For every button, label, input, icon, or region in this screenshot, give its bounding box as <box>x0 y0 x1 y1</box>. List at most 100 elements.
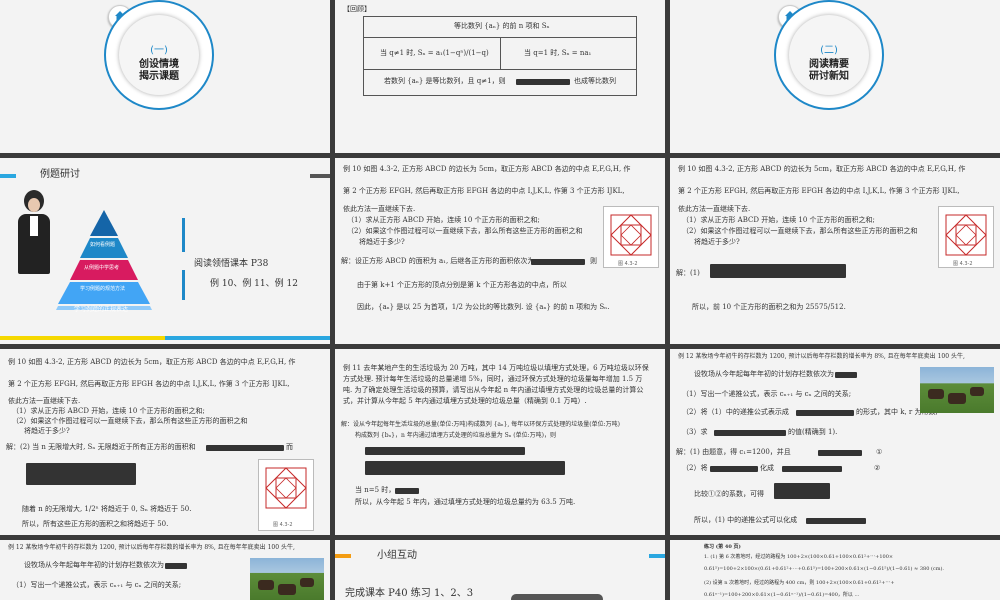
section-title-line1: 阅读精要 <box>809 59 849 70</box>
problem-line-1: 例 10 如图 4.3-2, 正方形 ABCD 的边长为 5cm，取正方形 AB… <box>343 165 631 173</box>
slide-thumbnail-10[interactable]: 例 12 某牧场今年初牛的存栏数为 1200, 预计以后每年存栏数的增长率为 8… <box>0 540 330 600</box>
obscured-formula-8 <box>806 518 866 524</box>
cattle-photo <box>250 558 324 600</box>
solution-line-2: 随着 n 的无限增大, 1/2ⁿ 将趋近于 0, Sₙ 将趋近于 50. <box>22 505 192 513</box>
problem-line-2: 第 2 个正方形 EFGH, 然后再取正方形 EFGH 各边的中点 I,J,K,… <box>8 380 290 388</box>
problem-line-3: （1）写出一个递推公式，表示 cₙ₊₁ 与 cₙ 之间的关系; <box>682 390 852 398</box>
obscured-formula-3 <box>714 430 786 436</box>
section-number: (一) <box>150 45 168 56</box>
section-circle: (二) 阅读精要 研讨新知 <box>774 0 884 110</box>
slide-thumbnail-4[interactable]: 例题研讨 如何看例题 从例题中学思考 学习例题的规范方法 学习例题的正规表达 阅… <box>0 158 330 344</box>
obscured-formula-6 <box>782 466 842 472</box>
pyramid: 如何看例题 从例题中学思考 学习例题的规范方法 学习例题的正规表达 <box>44 208 164 318</box>
problem-line-3: 依此方法一直继续下去. <box>343 205 416 213</box>
problem-line-2: 设牧场从今年起每年年初的计划存栏数依次为 <box>694 370 834 378</box>
slide-thumbnail-5[interactable]: 例 10 如图 4.3-2, 正方形 ABCD 的边长为 5cm，取正方形 AB… <box>335 158 665 344</box>
obscured-formula-7 <box>774 483 830 499</box>
slide-thumbnail-9[interactable]: 例 12 某牧场今年初牛的存栏数为 1200, 预计以后每年存栏数的增长率为 8… <box>670 349 1000 535</box>
square-figure: 图 4.3-2 <box>603 206 659 268</box>
obscured-formula <box>516 79 570 85</box>
problem-line-2: 方式处理. 预计每年生活垃圾的总量递增 5%，同时，通过环保方式处理的垃圾量每年… <box>343 375 643 383</box>
solution-line-2: 由于第 k+1 个正方形的顶点分别是第 k 个正方形各边的中点，所以 <box>357 281 567 289</box>
pyramid-level-1: 如何看例题 <box>90 242 116 248</box>
slide-thumbnail-7[interactable]: 例 10 如图 4.3-2, 正方形 ABCD 的边长为 5cm，取正方形 AB… <box>0 349 330 535</box>
section-badge: (一) 创设情境 揭示课题 <box>119 15 199 95</box>
vertical-divider <box>182 218 185 252</box>
formula-table: 等比数列 {aₙ} 的前 n 项和 Sₙ 当 q≠1 时, Sₙ = a₁(1−… <box>363 16 637 96</box>
reading-examples: 例 10、例 11、例 12 <box>210 279 298 289</box>
solution-line-1: 解：(1) 由题意，得 c₁=1200，并且 <box>676 448 791 456</box>
problem-line-5-tail: 的值(精确到 1). <box>788 428 838 436</box>
solution-line-2: （2）将 <box>682 464 708 472</box>
solution-line-3: 比较①②的系数，可得 <box>694 490 764 498</box>
problem-line-6: 将趋近于多少? <box>694 238 740 246</box>
solution-line-1: 解：(2) 当 n 无限增大时, Sₙ 无限趋近于所有正方形的面积和 <box>6 443 196 451</box>
square-figure: 图 4.3-2 <box>938 206 994 268</box>
table-footer-tail: 也成等比数列 <box>574 77 616 85</box>
practice-task: 完成课本 P40 练习 1、2、3 <box>345 588 474 599</box>
accent-bar-left <box>335 554 351 558</box>
problem-line-1: 例 11 去年某地产生的生活垃圾为 20 万吨，其中 14 万吨垃圾以填埋方式处… <box>343 364 649 372</box>
review-label: 【回顾】 <box>343 5 371 13</box>
problem-line-5: （3）求 <box>682 428 708 436</box>
bottom-bar-blue <box>165 336 330 340</box>
solution-line-3: 所以，所有这些正方形的面积之和将趋近于 50. <box>22 520 169 528</box>
slide-thumbnail-8[interactable]: 例 11 去年某地产生的生活垃圾为 20 万吨，其中 14 万吨垃圾以填埋方式处… <box>335 349 665 535</box>
solution-line-2-mid: 化成 <box>760 464 774 472</box>
solution-line-2: 构成数列 {bₙ}，n 年内通过填埋方式处理的垃圾总量为 Sₙ (单位:万吨)，… <box>355 432 556 439</box>
solution-line-3: 当 n=5 时， <box>355 486 396 494</box>
problem-line-4: 式，并计算从今年起 5 年内通过填埋方式处理的垃圾总量（精确到 0.1 万吨）. <box>343 397 587 405</box>
slide-thumbnail-1[interactable]: (一) 创设情境 揭示课题 <box>0 0 330 153</box>
solution-label: 解：(1) <box>676 269 700 277</box>
obscured-formula <box>206 445 284 451</box>
overlay-pill <box>511 594 603 600</box>
slide-thumbnail-12[interactable]: 练习 (第 40 页) 1. (1) 第 6 次着地时，经过的路程为 100+2… <box>670 540 1000 600</box>
problem-line-4: （2）将（1）中的递推公式表示成 <box>682 408 789 416</box>
exercise-line-1: 1. (1) 第 6 次着地时，经过的路程为 100+2×(100×0.61+1… <box>704 554 894 560</box>
problem-line-2: 第 2 个正方形 EFGH, 然后再取正方形 EFGH 各边的中点 I,J,K,… <box>343 187 625 195</box>
problem-line-2: 第 2 个正方形 EFGH, 然后再取正方形 EFGH 各边的中点 I,J,K,… <box>678 187 960 195</box>
solution-line-4: 所以，(1) 中的递推公式可以化成 <box>694 516 798 524</box>
problem-line-1: 例 10 如图 4.3-2, 正方形 ABCD 的边长为 5cm，取正方形 AB… <box>8 358 296 366</box>
obscured-formula-2 <box>796 410 854 416</box>
pyramid-level-3: 学习例题的规范方法 <box>80 286 126 292</box>
problem-line-3: 依此方法一直继续下去. <box>678 205 751 213</box>
reading-task: 阅读领悟课本 P38 <box>194 259 269 269</box>
problem-line-4: （1）求从正方形 ABCD 开始，连续 10 个正方形的面积之和; <box>347 216 540 224</box>
table-footer-row: 若数列 {aₙ} 是等比数列，且 q≠1，则 也成等比数列 <box>364 69 636 95</box>
section-title-line2: 揭示课题 <box>139 71 179 82</box>
section-circle: (一) 创设情境 揭示课题 <box>104 0 214 110</box>
section-title-line1: 创设情境 <box>139 59 179 70</box>
section-title-line2: 研讨新知 <box>809 71 849 82</box>
solution-conclusion: 所以，从今年起 5 年内，通过填埋方式处理的垃圾总量约为 63.5 万吨. <box>355 498 576 506</box>
accent-bar-right <box>649 554 665 558</box>
solution-conclusion: 所以，前 10 个正方形的面积之和为 25575/512. <box>692 303 846 311</box>
table-header-row: 等比数列 {aₙ} 的前 n 项和 Sₙ <box>364 17 636 38</box>
problem-line-1: 例 10 如图 4.3-2, 正方形 ABCD 的边长为 5cm，取正方形 AB… <box>678 165 966 173</box>
bottom-bar-yellow <box>0 336 165 340</box>
solution-line-3: 因此，{aₙ} 是以 25 为首项，1/2 为公比的等比数列. 设 {aₙ} 的… <box>357 303 610 311</box>
slide-thumbnail-3[interactable]: (二) 阅读精要 研讨新知 <box>670 0 1000 153</box>
slide-thumbnail-2[interactable]: 【回顾】 等比数列 {aₙ} 的前 n 项和 Sₙ 当 q≠1 时, Sₙ = … <box>335 0 665 153</box>
problem-line-5: （2）如果这个作图过程可以一直继续下去，那么所有这些正方形的面积之和 <box>347 227 583 235</box>
solution-line-1: 解：设正方形 ABCD 的面积为 a₁, 后继各正方形的面积依次为 <box>341 257 535 265</box>
problem-line-6: 将趋近于多少? <box>359 238 405 246</box>
accent-bar-right <box>310 174 330 178</box>
case-q-not-1: 当 q≠1 时, Sₙ = a₁(1−qⁿ)/(1−q) <box>380 49 489 57</box>
slide-thumbnail-11[interactable]: 小组互动 完成课本 P40 练习 1、2、3 <box>335 540 665 600</box>
problem-line-1: 例 12 某牧场今年初牛的存栏数为 1200, 预计以后每年存栏数的增长率为 8… <box>8 544 295 551</box>
square-figure: 图 4.3-2 <box>258 459 314 531</box>
pyramid-level-2: 从例题中学思考 <box>84 265 120 271</box>
problem-line-5: （2）如果这个作图过程可以一直继续下去，那么所有这些正方形的面积之和 <box>682 227 918 235</box>
case-q-equals-1: 当 q=1 时, Sₙ = na₁ <box>524 49 592 57</box>
problem-line-1: 例 12 某牧场今年初牛的存栏数为 1200, 预计以后每年存栏数的增长率为 8… <box>678 353 965 360</box>
solution-line-1-tail: 则 <box>590 257 597 265</box>
obscured-formula-5 <box>710 466 758 472</box>
cattle-photo <box>920 367 994 413</box>
obscured-formula-4 <box>818 450 862 456</box>
slide-thumbnail-6[interactable]: 例 10 如图 4.3-2, 正方形 ABCD 的边长为 5cm，取正方形 AB… <box>670 158 1000 344</box>
obscured-formula <box>835 372 857 378</box>
vertical-divider-2 <box>182 270 185 300</box>
accent-bar-left <box>0 174 16 178</box>
table-middle-row: 当 q≠1 时, Sₙ = a₁(1−qⁿ)/(1−q) 当 q=1 时, Sₙ… <box>364 37 636 70</box>
